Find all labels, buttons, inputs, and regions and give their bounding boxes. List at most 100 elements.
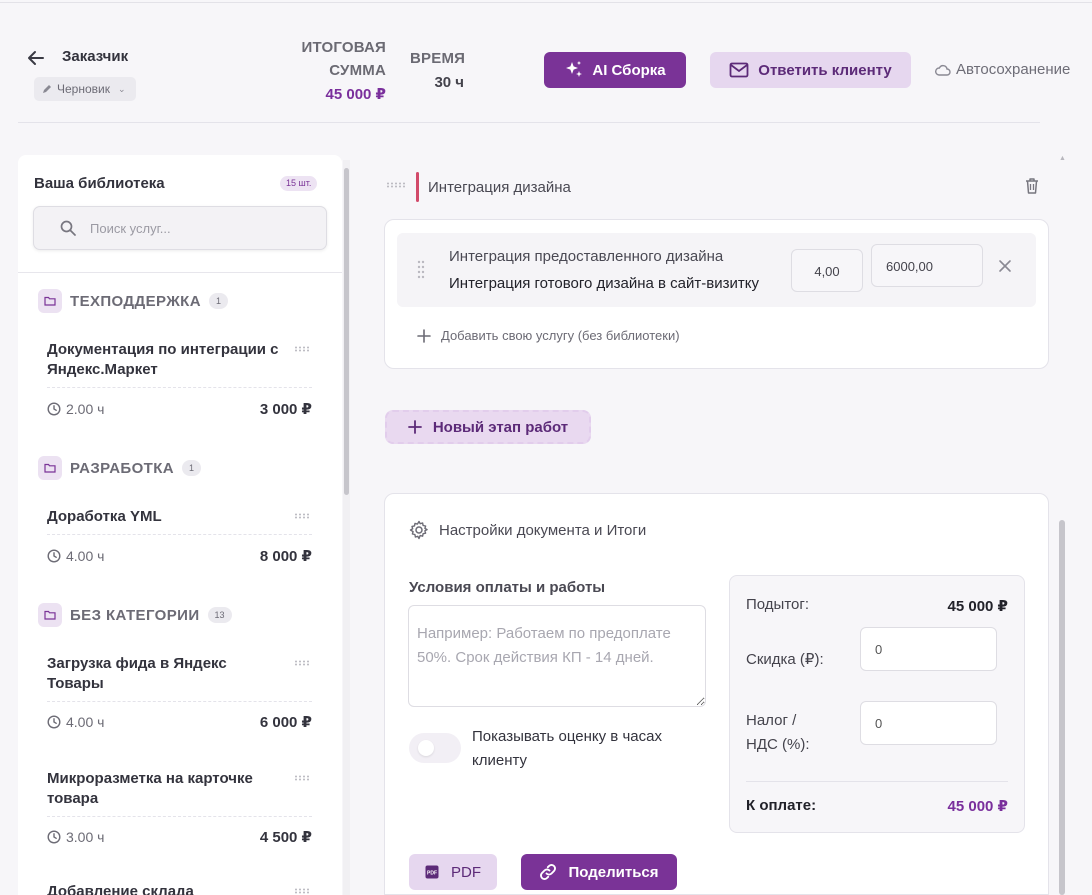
total-summary: ИТОГОВАЯ СУММА 45 000 ₽ <box>286 36 386 107</box>
discount-label: Скидка (₽): <box>746 651 824 668</box>
service-item[interactable]: Микроразметка на карточке товара 3.00 ч … <box>47 769 312 846</box>
service-title: Загрузка фида в Яндекс Товары <box>47 655 227 692</box>
drag-handle-icon[interactable] <box>294 346 312 352</box>
library-search[interactable] <box>33 206 327 250</box>
service-price: 4 500 ₽ <box>259 829 312 846</box>
library-title: Ваша библиотека <box>34 175 165 192</box>
pdf-file-icon: PDF <box>425 865 439 879</box>
service-meta: 3.00 ч 4 500 ₽ <box>47 828 312 846</box>
cloud-icon <box>935 64 951 76</box>
totals-divider <box>746 781 1008 782</box>
ai-build-button[interactable]: AI Сборка <box>544 52 686 88</box>
service-time: 4.00 ч <box>47 548 104 564</box>
add-own-service-button[interactable]: Добавить свою услугу (без библиотеки) <box>417 328 680 343</box>
status-label: Черновик <box>57 82 110 96</box>
scrollbar-thumb[interactable] <box>1059 520 1065 895</box>
chevron-down-icon: ⌄ <box>117 83 126 94</box>
line-item-qty-input[interactable]: 4,00 <box>791 249 863 292</box>
subtotal-value: 45 000 ₽ <box>947 598 1008 615</box>
category-name: ТЕХПОДДЕРЖКА <box>70 292 201 310</box>
scrollbar-thumb[interactable] <box>344 168 349 495</box>
service-item[interactable]: Доработка YML 4.00 ч 8 000 ₽ <box>47 507 312 565</box>
drag-handle-icon[interactable] <box>386 182 406 188</box>
service-price: 6 000 ₽ <box>259 714 312 731</box>
service-item[interactable]: Загрузка фида в Яндекс Товары 4.00 ч 6 0… <box>47 654 312 731</box>
scroll-up-icon[interactable]: ▲ <box>1059 155 1066 162</box>
search-icon <box>60 220 76 236</box>
service-time: 4.00 ч <box>47 714 104 730</box>
line-item-description[interactable]: Интеграция готового дизайна в сайт-визит… <box>449 275 777 292</box>
time-summary: ВРЕМЯ 30 ч <box>410 48 466 96</box>
show-hours-label: Показывать оценку в часах клиенту <box>472 728 662 769</box>
discount-input[interactable] <box>860 627 997 671</box>
sidebar-scrollbar[interactable] <box>343 160 350 895</box>
due-value: 45 000 ₽ <box>947 798 1008 815</box>
service-divider <box>47 534 312 535</box>
share-button[interactable]: Поделиться <box>521 854 677 890</box>
service-item[interactable]: Добавление склада <box>47 882 312 895</box>
folder-icon <box>38 456 62 480</box>
status-dropdown[interactable]: Черновик ⌄ <box>34 77 136 101</box>
search-input[interactable] <box>90 220 290 236</box>
category-techsupport[interactable]: ТЕХПОДДЕРЖКА 1 <box>38 289 228 313</box>
category-count: 13 <box>207 607 232 623</box>
autosave-status: Автосохранение <box>935 61 1070 78</box>
category-name: БЕЗ КАТЕГОРИИ <box>70 606 200 624</box>
drag-handle-icon[interactable] <box>294 888 312 894</box>
service-time-value: 4.00 ч <box>66 714 105 730</box>
pdf-button[interactable]: PDF PDF <box>409 854 497 890</box>
link-icon <box>540 864 557 880</box>
stage-name[interactable]: Интеграция дизайна <box>428 179 571 196</box>
time-label: ВРЕМЯ <box>410 50 466 67</box>
pdf-label: PDF <box>451 863 481 881</box>
drag-handle-icon[interactable] <box>417 260 425 280</box>
line-item-price-input[interactable]: 6000,00 <box>871 244 983 287</box>
service-time: 2.00 ч <box>47 401 104 417</box>
service-time-value: 2.00 ч <box>66 401 105 417</box>
drag-handle-icon[interactable] <box>294 775 312 781</box>
folder-icon <box>38 603 62 627</box>
service-price: 3 000 ₽ <box>259 401 312 418</box>
mail-icon <box>729 62 749 78</box>
reply-client-button[interactable]: Ответить клиенту <box>710 52 911 88</box>
category-uncategorized[interactable]: БЕЗ КАТЕГОРИИ 13 <box>38 603 232 627</box>
show-hours-toggle[interactable] <box>409 733 461 763</box>
conditions-textarea[interactable] <box>408 605 706 707</box>
settings-header: Настройки документа и Итоги <box>409 520 646 540</box>
drag-handle-icon[interactable] <box>294 660 312 666</box>
share-label: Поделиться <box>568 863 659 881</box>
category-development[interactable]: РАЗРАБОТКА 1 <box>38 456 202 480</box>
clock-icon <box>47 830 61 844</box>
due-label: К оплате: <box>746 797 817 814</box>
line-item-name[interactable]: Интеграция предоставленного дизайна <box>449 248 723 265</box>
service-meta: 4.00 ч 8 000 ₽ <box>47 547 312 565</box>
service-meta: 4.00 ч 6 000 ₽ <box>47 713 312 731</box>
drag-handle-icon[interactable] <box>294 513 312 519</box>
client-name[interactable]: Заказчик <box>62 48 128 65</box>
main-scrollbar[interactable]: ▲ <box>1057 155 1067 895</box>
service-time-value: 3.00 ч <box>66 829 105 845</box>
new-stage-label: Новый этап работ <box>432 418 569 436</box>
toggle-knob <box>418 740 434 756</box>
category-count: 1 <box>182 460 202 476</box>
clock-icon <box>47 402 61 416</box>
service-divider <box>47 701 312 702</box>
total-label-line2: СУММА <box>329 62 386 79</box>
stage-header: Интеграция дизайна <box>386 172 1046 202</box>
total-label-line1: ИТОГОВАЯ <box>301 39 386 56</box>
stage-color-bar <box>416 172 419 202</box>
category-name: РАЗРАБОТКА <box>70 459 175 477</box>
time-value: 30 ч <box>434 74 464 91</box>
service-price: 8 000 ₽ <box>259 548 312 565</box>
close-icon[interactable] <box>998 259 1012 273</box>
trash-icon[interactable] <box>1024 177 1040 195</box>
back-button[interactable] <box>24 46 48 70</box>
header-divider <box>18 122 1040 123</box>
service-title: Документация по интеграции с Яндекс.Марк… <box>47 341 279 378</box>
library-sidebar: Ваша библиотека 15 шт. ТЕХПОДДЕРЖКА 1 До… <box>18 155 342 895</box>
tax-input[interactable] <box>860 701 997 745</box>
service-item[interactable]: Документация по интеграции с Яндекс.Марк… <box>47 340 312 418</box>
autosave-label: Автосохранение <box>956 61 1071 78</box>
new-stage-button[interactable]: Новый этап работ <box>385 410 591 444</box>
ai-build-label: AI Сборка <box>592 61 666 79</box>
